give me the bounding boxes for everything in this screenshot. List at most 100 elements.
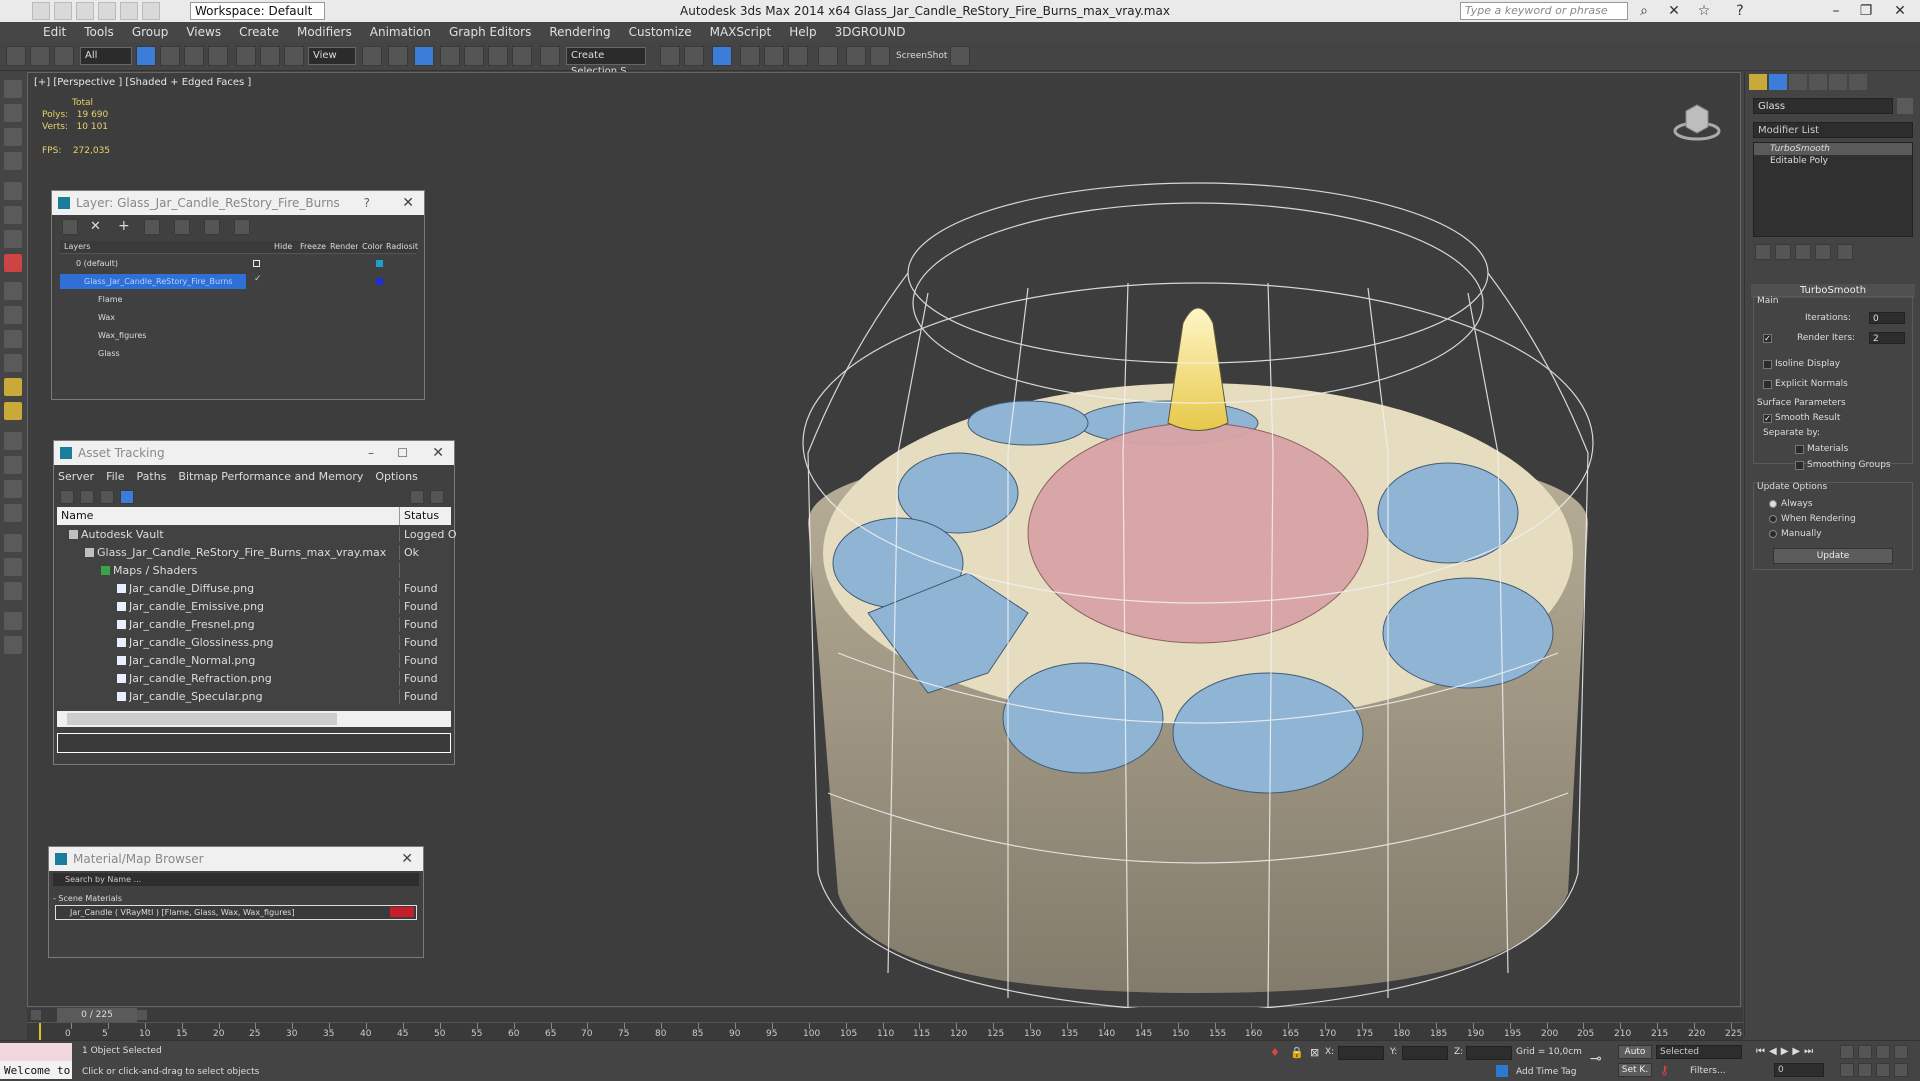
- isoline-display-checkbox[interactable]: [1763, 360, 1772, 369]
- sphere-primitive-icon[interactable]: [4, 330, 22, 348]
- utilities-tab-icon[interactable]: [1849, 74, 1867, 90]
- search-icon[interactable]: ⌕: [1630, 2, 1658, 20]
- object-color-swatch[interactable]: [1897, 98, 1913, 114]
- rectangle-selection-icon[interactable]: [184, 46, 204, 66]
- key-filter-selected-dropdown[interactable]: Selected: [1656, 1045, 1742, 1059]
- hierarchy-tab-icon[interactable]: [1789, 74, 1807, 90]
- scale-icon[interactable]: [284, 46, 304, 66]
- asset-row[interactable]: Glass_Jar_Candle_ReStory_Fire_Burns_max_…: [57, 545, 453, 560]
- menu-paths[interactable]: Paths: [137, 470, 167, 483]
- select-in-layer-icon[interactable]: [144, 219, 160, 235]
- manually-radio[interactable]: [1769, 530, 1777, 538]
- menu-animation[interactable]: Animation: [361, 25, 440, 39]
- object-paint-icon[interactable]: [4, 104, 22, 122]
- menu-rendering[interactable]: Rendering: [540, 25, 619, 39]
- pivot-center-icon[interactable]: [362, 46, 382, 66]
- unlink-icon[interactable]: [30, 46, 50, 66]
- when-rendering-radio[interactable]: [1769, 515, 1777, 523]
- render-setup-icon[interactable]: [846, 46, 866, 66]
- current-layer-checkbox[interactable]: [253, 260, 260, 267]
- menu-tools[interactable]: Tools: [75, 25, 123, 39]
- close-icon[interactable]: ✕: [401, 847, 413, 871]
- menu-help[interactable]: Help: [780, 25, 825, 39]
- jar-candle-model[interactable]: [728, 93, 1628, 1053]
- minimize-icon[interactable]: –: [368, 441, 374, 465]
- previous-frame-icon[interactable]: [31, 1010, 41, 1020]
- orbit-icon[interactable]: [1876, 1063, 1890, 1077]
- camera-icon[interactable]: [4, 206, 22, 224]
- layer-row-selected[interactable]: Glass_Jar_Candle_ReStory_Fire_Burns: [60, 274, 246, 289]
- save-file-icon[interactable]: [76, 2, 94, 20]
- maximize-icon[interactable]: ☐: [397, 441, 408, 465]
- freeze-all-icon[interactable]: [234, 219, 250, 235]
- key-icon[interactable]: ⊸: [1590, 1051, 1602, 1067]
- material-item[interactable]: Jar_Candle ( VRayMtl ) [Flame, Glass, Wa…: [55, 905, 417, 920]
- name-column-header[interactable]: Name: [61, 509, 93, 522]
- menu-file[interactable]: File: [106, 470, 124, 483]
- edit-named-selection-icon[interactable]: [540, 46, 560, 66]
- auto-key-button[interactable]: Auto: [1618, 1045, 1652, 1059]
- keyboard-shortcut-override-icon[interactable]: [414, 46, 434, 66]
- angle-snap-icon[interactable]: [464, 46, 484, 66]
- maximize-button[interactable]: ❐: [1852, 2, 1880, 20]
- show-end-result-icon[interactable]: [1775, 244, 1791, 260]
- snaps-toggle-icon[interactable]: [440, 46, 460, 66]
- absolute-mode-icon[interactable]: ⊠: [1310, 1046, 1319, 1059]
- info-icon[interactable]: [4, 636, 22, 654]
- hide-all-icon[interactable]: [204, 219, 220, 235]
- asset-row[interactable]: Autodesk Vault Logged O: [57, 527, 457, 542]
- stack-item-turbosmooth[interactable]: TurboSmooth: [1754, 143, 1912, 155]
- asset-tracking-window[interactable]: Asset Tracking – ☐ ✕ Server File Paths B…: [53, 440, 457, 765]
- layer-color-swatch[interactable]: [376, 278, 383, 285]
- menu-customize[interactable]: Customize: [620, 25, 701, 39]
- field-of-view-icon[interactable]: [1840, 1063, 1854, 1077]
- set-key-button[interactable]: Set K.: [1618, 1063, 1652, 1077]
- menu-create[interactable]: Create: [230, 25, 288, 39]
- highlight-selected-icon[interactable]: [174, 219, 190, 235]
- spinner-snap-icon[interactable]: [512, 46, 532, 66]
- horizontal-scrollbar[interactable]: [57, 711, 451, 727]
- close-icon[interactable]: ✕: [432, 441, 444, 465]
- bend-tool-icon[interactable]: [4, 456, 22, 474]
- layer-row[interactable]: Wax_figures: [60, 328, 418, 343]
- asset-path-field[interactable]: [57, 733, 451, 753]
- add-time-tag[interactable]: Add Time Tag: [1516, 1067, 1576, 1077]
- sun-light-icon[interactable]: [4, 378, 22, 396]
- favorites-star-icon[interactable]: ☆: [1690, 2, 1718, 20]
- stack-item-editable-poly[interactable]: Editable Poly: [1754, 155, 1912, 167]
- color-column-header[interactable]: Color: [362, 242, 383, 251]
- layer-row[interactable]: Flame: [60, 292, 418, 307]
- align-icon[interactable]: [684, 46, 704, 66]
- pin-stack-icon[interactable]: [1755, 244, 1771, 260]
- viewcube[interactable]: [1672, 101, 1722, 141]
- rotate-icon[interactable]: [260, 46, 280, 66]
- tree-view-icon[interactable]: [100, 490, 114, 504]
- zoom-extents-all-icon[interactable]: [1894, 1045, 1908, 1059]
- y-coordinate-field[interactable]: [1402, 1046, 1448, 1060]
- curve-editor-icon[interactable]: [764, 46, 784, 66]
- time-tag-icon[interactable]: [1496, 1065, 1508, 1077]
- populate-icon[interactable]: [4, 128, 22, 146]
- help-icon[interactable]: ?: [1726, 2, 1754, 20]
- menu-group[interactable]: Group: [123, 25, 178, 39]
- menu-bitmap-performance[interactable]: Bitmap Performance and Memory: [178, 470, 363, 483]
- table-view-icon[interactable]: [120, 490, 134, 504]
- mirror-icon[interactable]: [660, 46, 680, 66]
- render-column-header[interactable]: Render: [330, 242, 358, 251]
- next-frame-icon[interactable]: [137, 1010, 147, 1020]
- teapot-icon[interactable]: [4, 534, 22, 552]
- communication-center-icon[interactable]: ✕: [1660, 2, 1688, 20]
- hide-column-header[interactable]: Hide: [274, 242, 292, 251]
- material-search-input[interactable]: Search by Name ...: [53, 873, 419, 886]
- smoothing-groups-checkbox[interactable]: [1795, 461, 1804, 470]
- move-icon[interactable]: [236, 46, 256, 66]
- asset-row[interactable]: Jar_candle_Glossiness.png Found: [57, 635, 453, 650]
- object-name-field[interactable]: Glass: [1753, 98, 1893, 114]
- twist-tool-icon[interactable]: [4, 480, 22, 498]
- helper-icon[interactable]: [4, 230, 22, 248]
- motion-tab-icon[interactable]: [1809, 74, 1827, 90]
- snapshot-icon[interactable]: [4, 612, 22, 630]
- always-radio[interactable]: [1769, 500, 1777, 508]
- torus-primitive-icon[interactable]: [4, 354, 22, 372]
- container-icon[interactable]: [4, 80, 22, 98]
